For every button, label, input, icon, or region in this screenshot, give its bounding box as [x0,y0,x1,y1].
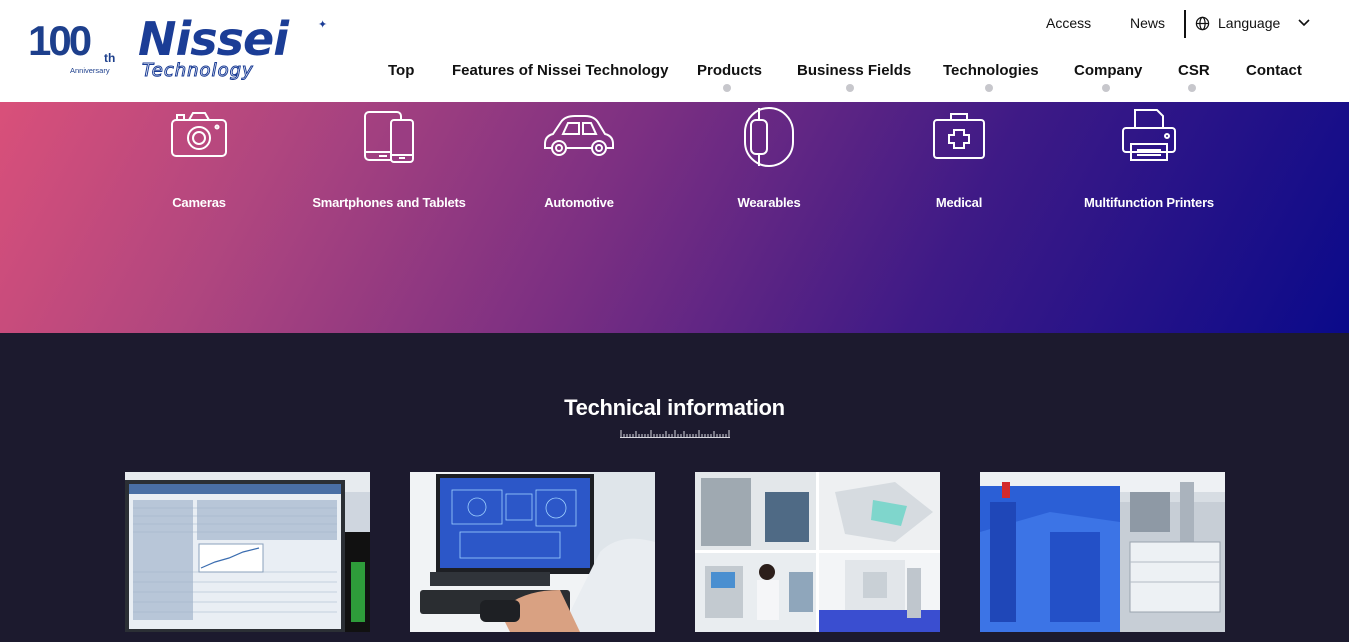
nav-item-company[interactable]: Company [1074,62,1142,79]
ruler-ornament [620,430,730,438]
news-link[interactable]: News [1130,15,1165,31]
nav-item-features[interactable]: Features of Nissei Technology [452,62,668,79]
nav-item-technologies[interactable]: Technologies [943,62,1039,79]
field-label: Medical [935,195,983,210]
section-title: Technical information [564,395,785,420]
car-icon [541,106,617,168]
medical-kit-icon [929,106,989,168]
language-selector[interactable]: Language [1195,15,1310,31]
nav-item-business-fields[interactable]: Business Fields [797,62,911,79]
smartphone-tablet-icon [359,106,419,168]
printer-icon [1119,106,1179,168]
main-nav: Top Features of Nissei Technology Produc… [0,62,1349,92]
field-label: Automotive [544,195,614,210]
technical-information-section: Technical information [0,333,1349,642]
monitor-spreadsheet-photo [125,472,370,632]
tech-card-injection-molding-machine[interactable] [980,472,1225,632]
camera-icon [169,106,229,168]
injection-molding-machine-photo [980,472,1225,632]
globe-icon [1195,16,1210,31]
submenu-indicator [985,84,993,92]
business-fields-band: Cameras Smartphones and Tablets Automoti… [0,102,1349,333]
nav-item-contact[interactable]: Contact [1246,62,1302,79]
tech-card-monitor-spreadsheet[interactable] [125,472,370,632]
submenu-indicator [1188,84,1196,92]
nav-item-csr[interactable]: CSR [1178,62,1210,79]
anniversary-number: 100 [28,17,92,64]
field-label: Wearables [737,195,801,210]
utility-divider [1184,10,1186,38]
language-label: Language [1218,15,1281,31]
field-label: Cameras [172,195,226,210]
submenu-indicator [723,84,731,92]
smartwatch-icon [739,106,799,168]
submenu-indicator [1102,84,1110,92]
sparkle-icon: ✦ [318,19,328,31]
access-link[interactable]: Access [1046,15,1091,31]
field-label: Multifunction Printers [1084,195,1214,210]
chevron-down-icon [1298,19,1310,27]
site-header: 100 th Anniversary Nissei Technology ✦ A… [0,0,1349,102]
nav-item-top[interactable]: Top [388,62,414,79]
equipment-collage-photo [695,472,940,632]
submenu-indicator [846,84,854,92]
tech-card-cad-workstation[interactable] [410,472,655,632]
nav-item-products[interactable]: Products [697,62,762,79]
field-label: Smartphones and Tablets [312,195,466,210]
logo-wordmark: Nissei [138,12,289,66]
tech-card-equipment-collage[interactable] [695,472,940,632]
cad-workstation-photo [410,472,655,632]
